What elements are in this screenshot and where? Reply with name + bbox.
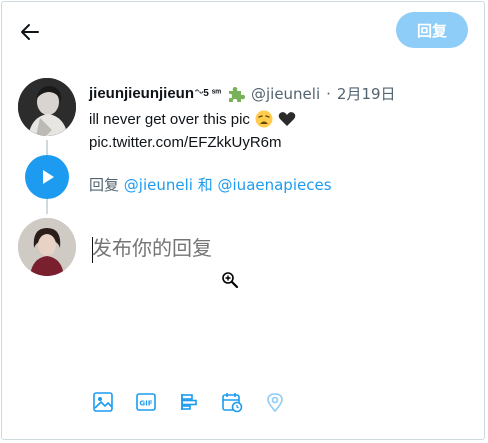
poll-button[interactable] <box>177 390 201 414</box>
schedule-button[interactable] <box>220 390 244 414</box>
display-name[interactable]: jieunjieunjieun <box>89 85 194 102</box>
reply-context: 回复 @jieuneli 和 @iuaenapieces <box>89 174 332 195</box>
mention-link[interactable]: @iuaenapieces <box>218 176 332 194</box>
image-icon <box>93 392 113 412</box>
puzzle-piece-emoji-icon <box>227 85 245 103</box>
mention-joiner: 和 <box>197 176 213 194</box>
mention-link[interactable]: @jieuneli <box>124 176 193 194</box>
tweet-header: jieunjieunjieun ᵔᵕ5 ˢᵐ @jieuneli · 2月19日 <box>89 83 396 104</box>
my-avatar[interactable] <box>18 218 76 276</box>
tweet-date[interactable]: 2月19日 <box>337 83 396 104</box>
tweet-text: ill never get over this pic <box>89 110 296 128</box>
separator-dot: · <box>326 84 331 103</box>
tweet-body: ill never get over this pic <box>89 110 250 128</box>
gif-button[interactable]: GIF <box>134 390 158 414</box>
arrow-left-icon <box>21 24 39 40</box>
location-button[interactable] <box>263 390 287 414</box>
poll-icon <box>181 394 197 410</box>
gif-icon: GIF <box>136 393 156 411</box>
reply-compose-input[interactable] <box>92 236 452 260</box>
weary-face-emoji-icon <box>255 110 273 128</box>
display-name-suffix: ᵔᵕ5 ˢᵐ <box>195 88 221 99</box>
schedule-icon <box>222 393 243 413</box>
black-heart-emoji-icon <box>278 110 296 128</box>
svg-text:GIF: GIF <box>139 400 152 408</box>
reply-prefix: 回复 <box>89 176 120 194</box>
reply-submit-button[interactable]: 回复 <box>396 12 468 48</box>
author-handle[interactable]: @jieuneli <box>251 85 320 103</box>
play-icon <box>43 170 54 184</box>
back-button[interactable] <box>14 16 46 48</box>
reply-dialog <box>1 1 485 440</box>
location-icon <box>267 393 283 413</box>
tweet-media-link[interactable]: pic.twitter.com/EFZkkUyR6m <box>89 134 282 151</box>
media-button[interactable] <box>91 390 115 414</box>
compose-toolbar: GIF <box>91 390 287 414</box>
zoom-in-cursor-icon <box>221 271 239 289</box>
original-author-avatar[interactable] <box>18 78 76 136</box>
play-button[interactable] <box>25 155 69 199</box>
